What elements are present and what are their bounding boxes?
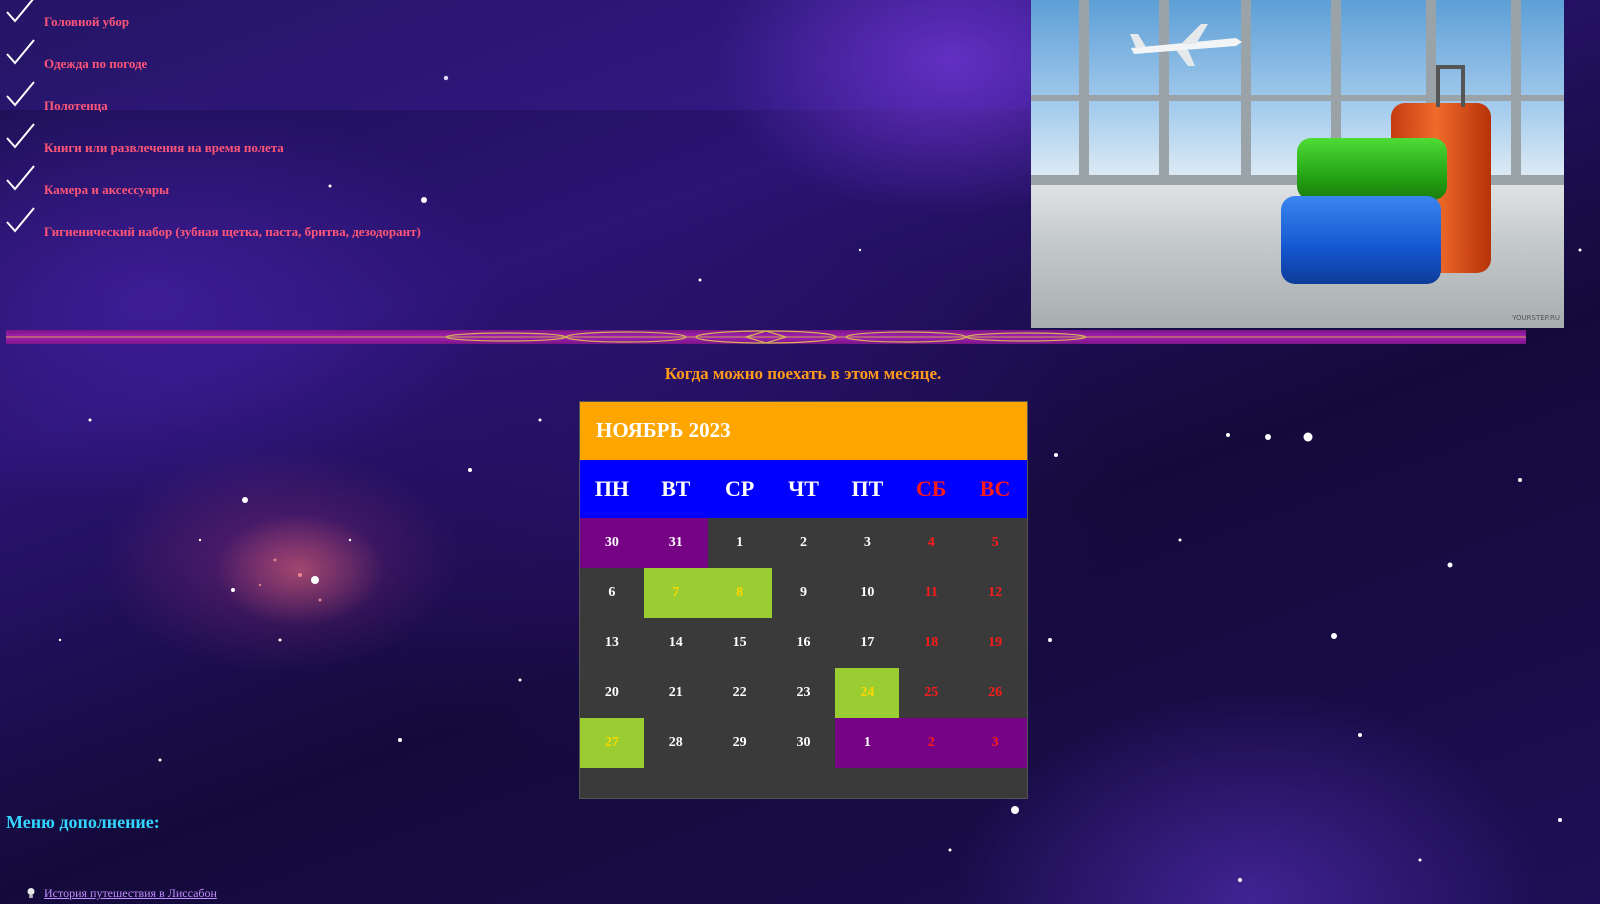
- calendar-day[interactable]: 23: [772, 668, 836, 718]
- checklist-item: Головной убор: [0, 0, 1000, 42]
- calendar-weekday: ПТ: [851, 476, 884, 501]
- checklist-item: Камера и аксессуары: [0, 165, 1000, 210]
- calendar-day[interactable]: 14: [644, 618, 708, 668]
- checklist-item-label: Камера и аксессуары: [44, 182, 170, 197]
- calendar-day[interactable]: 1: [835, 718, 900, 768]
- window-frame: [1079, 0, 1089, 185]
- calendar-day[interactable]: 6: [580, 568, 644, 618]
- calendar-weekday: ВТ: [661, 476, 691, 501]
- calendar-day[interactable]: 28: [644, 718, 708, 768]
- packing-checklist: Головной убор Одежда по погоде Полотенца Кн…: [0, 0, 1000, 252]
- calendar-day[interactable]: 1: [708, 518, 772, 568]
- menu-list-item: История путешествия в Лиссабон: [26, 884, 217, 902]
- checklist-item-label: Головной убор: [44, 14, 130, 29]
- calendar-day[interactable]: 30: [772, 718, 836, 768]
- checkmark-icon: [6, 207, 35, 233]
- calendar-day[interactable]: 10: [835, 568, 899, 618]
- checklist-item: Книги или развлечения на время полета: [0, 123, 1000, 168]
- calendar-day[interactable]: 9: [772, 568, 836, 618]
- calendar-day[interactable]: 2: [772, 518, 836, 568]
- menu-link-lisbon[interactable]: История путешествия в Лиссабон: [26, 886, 217, 900]
- calendar-day[interactable]: 3: [963, 718, 1027, 768]
- calendar-day[interactable]: 5: [963, 518, 1027, 568]
- checklist-item: Гигиенический набор (зубная щетка, паста…: [0, 207, 1000, 252]
- calendar-month-title: НОЯБРЬ 2023: [596, 418, 731, 442]
- calendar-day[interactable]: 21: [644, 668, 708, 718]
- checklist-item: Полотенца: [0, 81, 1000, 126]
- ornamental-divider: [6, 330, 1526, 344]
- calendar-day[interactable]: 27: [580, 718, 644, 768]
- calendar-day[interactable]: 15: [708, 618, 772, 668]
- calendar-day[interactable]: 29: [708, 718, 772, 768]
- calendar-weekday: ПН: [594, 476, 630, 501]
- suitcase-handle: [1461, 65, 1465, 107]
- window-frame: [1031, 95, 1564, 101]
- calendar-header: НОЯБРЬ 2023: [580, 402, 1027, 460]
- calendar-days-grid: 30 31 1 2 3 4 5 6 7 8 9 10 11 12 13 14 15 16 17 18 19 20 21 22 2…: [580, 518, 1027, 768]
- checkmark-icon: [6, 123, 35, 149]
- lightbulb-icon: [27, 888, 35, 898]
- calendar-day[interactable]: 22: [708, 668, 772, 718]
- checklist-item: Одежда по погоде: [0, 39, 1000, 84]
- calendar-weekday: ЧТ: [788, 476, 819, 501]
- calendar-day[interactable]: 24: [835, 668, 900, 718]
- checkmark-icon: [6, 0, 34, 23]
- calendar-day[interactable]: 20: [580, 668, 644, 718]
- ornament-pattern: [6, 330, 1526, 344]
- calendar-day[interactable]: 17: [835, 618, 899, 668]
- calendar-day[interactable]: 26: [963, 668, 1027, 718]
- calendar-day[interactable]: 8: [707, 568, 772, 618]
- checklist-item-label: Одежда по погоде: [44, 56, 148, 71]
- menu-title: Меню дополнение:: [6, 812, 160, 832]
- calendar-day[interactable]: 25: [899, 668, 963, 718]
- calendar-day[interactable]: 30: [580, 518, 644, 568]
- calendar-day[interactable]: 31: [643, 518, 708, 568]
- calendar-day[interactable]: 13: [580, 618, 644, 668]
- checkmark-icon: [6, 165, 35, 191]
- calendar-day[interactable]: 19: [963, 618, 1027, 668]
- checklist-item-label: Книги или развлечения на время полета: [44, 140, 284, 155]
- checkmark-icon: [6, 39, 35, 65]
- calendar-day[interactable]: 2: [899, 718, 964, 768]
- airplane-icon: [1130, 24, 1242, 66]
- calendar-weekday: СР: [724, 476, 755, 501]
- suitcase-handle: [1436, 65, 1440, 107]
- menu-list: История путешествия в Лиссабон: [26, 884, 217, 902]
- calendar-day[interactable]: 11: [899, 568, 963, 618]
- calendar-day[interactable]: 7: [643, 568, 708, 618]
- calendar-weekday: СБ: [916, 476, 947, 501]
- calendar-heading: Когда можно поехать в этом месяце.: [664, 364, 942, 383]
- checklist-item-label: Гигиенический набор (зубная щетка, паста…: [44, 224, 421, 239]
- suitcase-handle: [1436, 65, 1465, 69]
- window-frame: [1511, 0, 1521, 185]
- checkmark-icon: [6, 81, 35, 107]
- calendar-widget: НОЯБРЬ 2023 ПН ВТ СР ЧТ ПТ СБ ВС 30 31 1 2 3 4 5 6 7 8 9…: [580, 402, 1027, 798]
- suitcases-photo: YOURSTEP.RU: [1031, 0, 1564, 328]
- calendar-day[interactable]: 12: [963, 568, 1027, 618]
- menu-link-label: История путешествия в Лиссабон: [44, 886, 217, 900]
- checklist-item-label: Полотенца: [44, 98, 108, 113]
- calendar-day[interactable]: 16: [772, 618, 836, 668]
- blue-suitcase: [1281, 196, 1441, 284]
- green-suitcase: [1297, 138, 1447, 200]
- calendar-weekday: ВС: [979, 476, 1011, 501]
- calendar-weekdays-row: ПН ВТ СР ЧТ ПТ СБ ВС: [580, 460, 1027, 518]
- calendar-day[interactable]: 3: [835, 518, 899, 568]
- calendar-day[interactable]: 4: [899, 518, 963, 568]
- calendar-day[interactable]: 18: [899, 618, 963, 668]
- photo-watermark: YOURSTEP.RU: [1512, 314, 1560, 322]
